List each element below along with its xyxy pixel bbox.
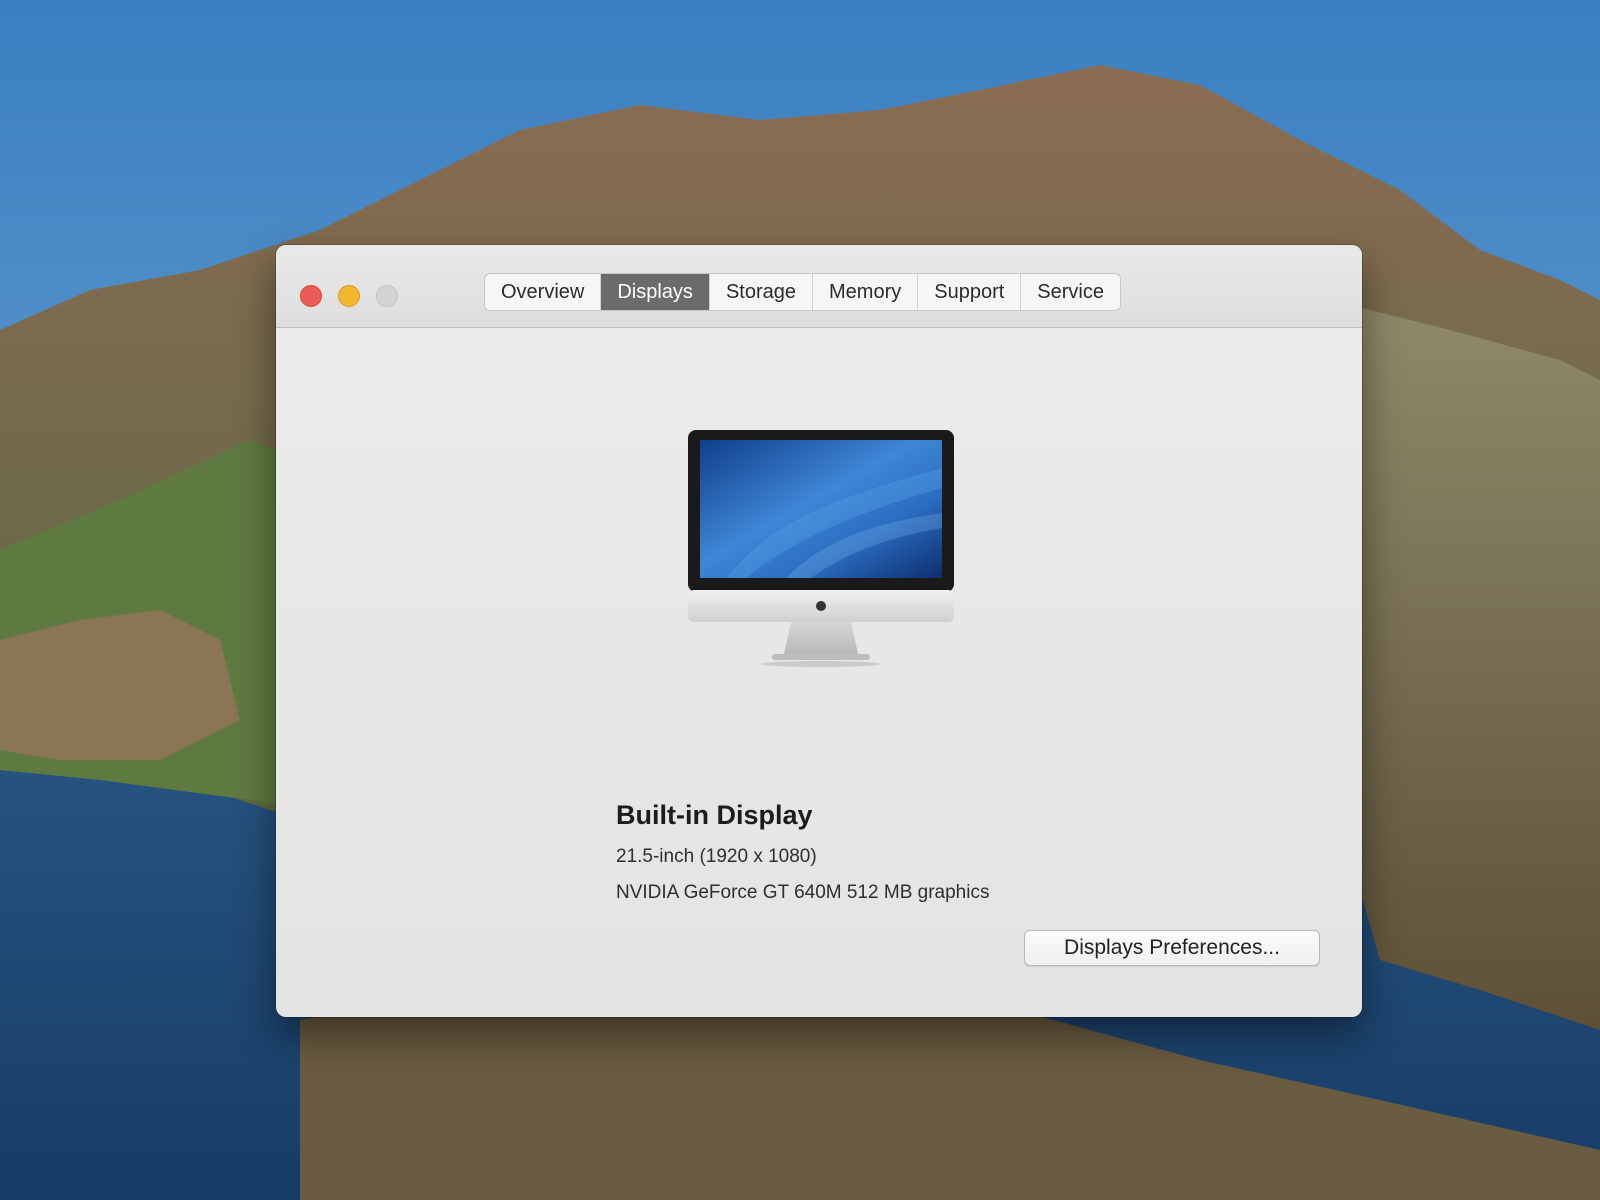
tab-service[interactable]: Service xyxy=(1021,274,1120,310)
display-resolution: 21.5-inch (1920 x 1080) xyxy=(616,846,817,867)
tab-storage[interactable]: Storage xyxy=(710,274,813,310)
tab-overview[interactable]: Overview xyxy=(485,274,602,310)
tab-bar: Overview Displays Storage Memory Support… xyxy=(484,273,1121,311)
imac-icon xyxy=(688,430,954,667)
displays-panel: Built-in Display 21.5-inch (1920 x 1080)… xyxy=(276,328,1362,1017)
desktop: Overview Displays Storage Memory Support… xyxy=(0,0,1600,1200)
display-title: Built-in Display xyxy=(616,800,813,830)
displays-preferences-button[interactable]: Displays Preferences... xyxy=(1024,930,1320,966)
tab-displays[interactable]: Displays xyxy=(601,274,710,310)
minimize-button[interactable] xyxy=(338,285,360,307)
tab-support[interactable]: Support xyxy=(918,274,1022,310)
display-graphics: NVIDIA GeForce GT 640M 512 MB graphics xyxy=(616,882,990,903)
tab-memory[interactable]: Memory xyxy=(813,274,919,310)
zoom-button[interactable] xyxy=(376,285,398,307)
window-titlebar[interactable]: Overview Displays Storage Memory Support… xyxy=(276,245,1362,328)
about-this-mac-window: Overview Displays Storage Memory Support… xyxy=(276,245,1362,1017)
close-button[interactable] xyxy=(300,285,322,307)
